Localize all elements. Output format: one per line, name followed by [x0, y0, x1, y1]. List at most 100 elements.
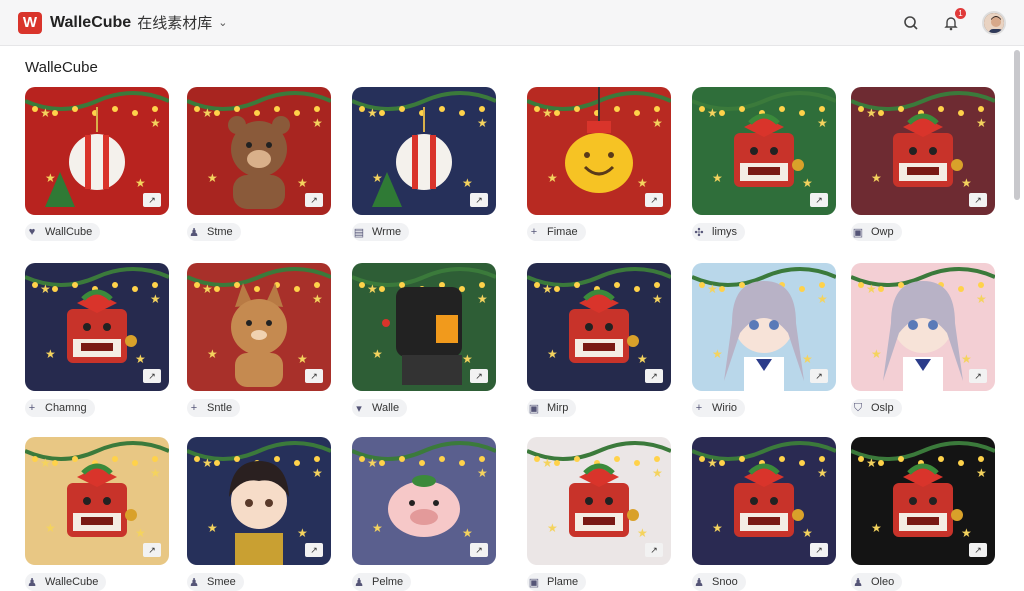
svg-text:★: ★: [817, 116, 828, 130]
asset-label[interactable]: ⛉ Oslp: [851, 399, 902, 417]
search-icon[interactable]: [902, 14, 920, 32]
scrollbar-thumb[interactable]: [1014, 50, 1020, 200]
expand-icon[interactable]: ↗: [810, 369, 828, 383]
expand-icon[interactable]: ↗: [645, 543, 663, 557]
asset-label-text: Fimae: [547, 226, 578, 238]
asset-thumbnail[interactable]: ★ ★ ★ ★ ↗: [352, 437, 496, 565]
asset-thumbnail[interactable]: ★ ★ ★ ★ ↗: [352, 263, 496, 391]
asset-card[interactable]: ★ ★ ★ ★ ↗ ♥ WallCube: [25, 87, 169, 241]
expand-icon[interactable]: ↗: [810, 193, 828, 207]
asset-thumbnail[interactable]: ★ ★ ★ ★ ↗: [187, 263, 331, 391]
person-icon: ♟: [27, 576, 37, 589]
asset-label-text: Plame: [547, 576, 579, 588]
expand-icon[interactable]: ↗: [810, 543, 828, 557]
asset-thumbnail[interactable]: ★ ★ ★ ★ ↗: [851, 263, 995, 391]
asset-thumbnail[interactable]: ★ ★ ★ ★ ↗: [692, 87, 836, 215]
asset-card[interactable]: ★ ★ ★ ★ ↗ + Sntle: [187, 263, 331, 417]
avatar[interactable]: [982, 10, 1006, 35]
asset-card[interactable]: ★ ★ ★ ★ ↗ ♟ Oleo: [851, 437, 995, 591]
asset-card[interactable]: ★ ★ ★ ★ ↗ ▣ Mirp: [527, 263, 671, 417]
svg-text:★: ★: [637, 176, 648, 190]
expand-icon[interactable]: ↗: [143, 369, 161, 383]
expand-icon[interactable]: ↗: [143, 543, 161, 557]
asset-label[interactable]: + Fimae: [527, 223, 586, 241]
asset-card[interactable]: ★ ★ ★ ★ ↗ ✣ limys: [692, 87, 836, 241]
expand-icon[interactable]: ↗: [645, 369, 663, 383]
chevron-down-icon[interactable]: ⌄: [218, 16, 227, 29]
asset-thumbnail[interactable]: ★ ★ ★ ★ ↗: [692, 263, 836, 391]
app-logo[interactable]: W: [18, 11, 42, 34]
app-subtitle[interactable]: 在线素材库: [137, 12, 212, 33]
asset-label[interactable]: ♥ WallCube: [25, 223, 101, 241]
expand-icon[interactable]: ↗: [470, 543, 488, 557]
asset-card[interactable]: ★ ★ ★ ★ ↗ ♟ Stme: [187, 87, 331, 241]
asset-label[interactable]: ▣ Mirp: [527, 399, 577, 417]
app-title[interactable]: WalleCube: [50, 14, 131, 32]
asset-thumbnail[interactable]: ★ ★ ★ ★ ↗: [851, 87, 995, 215]
asset-thumbnail[interactable]: ★ ★ ★ ★ ↗: [25, 87, 169, 215]
asset-card[interactable]: ★ ★ ★ ★ ↗ ♟ Pelme: [352, 437, 496, 591]
asset-label-text: Wrme: [372, 226, 402, 238]
asset-card[interactable]: ★ ★ ★ ★ ↗ + Fimae: [527, 87, 671, 241]
asset-thumbnail[interactable]: ★ ★ ★ ★ ↗: [187, 87, 331, 215]
asset-thumbnail[interactable]: ★ ★ ★ ★ ↗: [692, 437, 836, 565]
asset-label[interactable]: + Chamng: [25, 399, 95, 417]
asset-label[interactable]: ♟ Stme: [187, 223, 241, 241]
person-icon: ♟: [354, 576, 364, 589]
asset-card[interactable]: ★ ★ ★ ★ ↗ ♟ Snoo: [692, 437, 836, 591]
frame-icon: ▣: [852, 226, 864, 239]
plus-icon: +: [190, 402, 198, 414]
asset-label-text: Stme: [207, 226, 233, 238]
svg-text:★: ★: [976, 466, 987, 480]
asset-label[interactable]: ▣ Owp: [851, 223, 902, 241]
asset-card[interactable]: ★ ★ ★ ★ ↗ ♟ WalleCube: [25, 437, 169, 591]
expand-icon[interactable]: ↗: [470, 193, 488, 207]
expand-icon[interactable]: ↗: [969, 369, 987, 383]
asset-card[interactable]: ★ ★ ★ ★ ↗ ▤ Wrme: [352, 87, 496, 241]
asset-thumbnail[interactable]: ★ ★ ★ ★ ↗: [527, 87, 671, 215]
expand-icon[interactable]: ↗: [305, 369, 323, 383]
scrollbar[interactable]: [1014, 50, 1022, 570]
asset-card[interactable]: ★ ★ ★ ★ ↗ ♟ Smee: [187, 437, 331, 591]
asset-label[interactable]: ▤ Wrme: [352, 223, 410, 241]
svg-text:★: ★: [135, 526, 146, 540]
svg-text:★: ★: [135, 352, 146, 366]
asset-card[interactable]: ★ ★ ★ ★ ↗ ▾ Walle: [352, 263, 496, 417]
asset-card[interactable]: ★ ★ ★ ★ ↗ ▣ Owp: [851, 87, 995, 241]
asset-card[interactable]: ★ ★ ★ ★ ↗ ⛉ Oslp: [851, 263, 995, 417]
expand-icon[interactable]: ↗: [645, 193, 663, 207]
doc-icon: ▤: [353, 226, 365, 239]
svg-text:★: ★: [712, 347, 723, 361]
expand-icon[interactable]: ↗: [305, 543, 323, 557]
svg-text:★: ★: [207, 171, 218, 185]
asset-card[interactable]: ★ ★ ★ ★ ↗ + Chamng: [25, 263, 169, 417]
expand-icon[interactable]: ↗: [305, 193, 323, 207]
person-icon: ♟: [189, 226, 199, 239]
asset-label-text: Pelme: [372, 576, 404, 588]
asset-thumbnail[interactable]: ★ ★ ★ ★ ↗: [187, 437, 331, 565]
asset-card[interactable]: ★ ★ ★ ★ ↗ + Wirio: [692, 263, 836, 417]
asset-thumbnail[interactable]: ★ ★ ★ ★ ↗: [527, 437, 671, 565]
svg-text:★: ★: [817, 466, 828, 480]
expand-icon[interactable]: ↗: [969, 193, 987, 207]
asset-thumbnail[interactable]: ★ ★ ★ ★ ↗: [25, 263, 169, 391]
asset-label-text: WalleCube: [45, 576, 99, 588]
bell-icon[interactable]: 1: [942, 7, 966, 32]
asset-thumbnail[interactable]: ★ ★ ★ ★ ↗: [851, 437, 995, 565]
asset-label-text: Snoo: [712, 576, 738, 588]
expand-icon[interactable]: ↗: [969, 543, 987, 557]
asset-label[interactable]: + Sntle: [187, 399, 241, 417]
svg-text:★: ★: [372, 347, 383, 361]
asset-label[interactable]: + Wirio: [692, 399, 746, 417]
asset-thumbnail[interactable]: ★ ★ ★ ★ ↗: [352, 87, 496, 215]
expand-icon[interactable]: ↗: [143, 193, 161, 207]
expand-icon[interactable]: ↗: [470, 369, 488, 383]
asset-label[interactable]: ✣ limys: [692, 223, 746, 241]
asset-label[interactable]: ▾ Walle: [352, 399, 408, 417]
asset-card[interactable]: ★ ★ ★ ★ ↗ ▣ Plame: [527, 437, 671, 591]
asset-label-text: Smee: [207, 576, 236, 588]
asset-label-text: Chamng: [45, 402, 87, 414]
asset-thumbnail[interactable]: ★ ★ ★ ★ ↗: [25, 437, 169, 565]
frame-icon: ▣: [528, 402, 540, 415]
asset-thumbnail[interactable]: ★ ★ ★ ★ ↗: [527, 263, 671, 391]
